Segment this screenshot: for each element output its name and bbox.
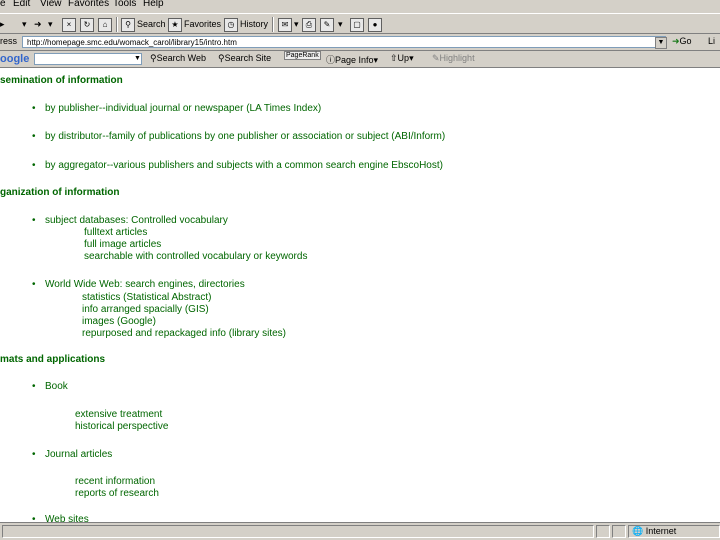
menu-bar: e Edit View Favorites Tools Help (0, 0, 720, 13)
forward-dropdown-icon[interactable]: ▾ (48, 17, 53, 31)
section-heading-dissemination: semination of information (0, 75, 123, 86)
refresh-button[interactable]: ↻ (80, 17, 96, 32)
menu-favorites[interactable]: Favorites (68, 0, 109, 9)
address-dropdown-icon[interactable]: ▼ (655, 37, 667, 49)
sub-item: searchable with controlled vocabulary or… (84, 251, 308, 262)
history-button[interactable]: ◷ History (224, 17, 269, 32)
edit-button[interactable]: ✎ (320, 17, 336, 32)
edit-icon: ✎ (320, 17, 334, 32)
section-heading-organization: ganization of information (0, 187, 120, 198)
status-text-pane (2, 525, 594, 538)
home-icon: ⌂ (98, 17, 112, 32)
search-button[interactable]: ⚲ Search (121, 17, 166, 32)
highlight-button[interactable]: ✎Highlight (432, 53, 475, 64)
address-input[interactable]: http://homepage.smc.edu/womack_carol/lib… (22, 36, 666, 48)
sub-item: statistics (Statistical Abstract) (82, 292, 212, 303)
google-search-dropdown-icon[interactable]: ▼ (134, 54, 142, 64)
sub-item: info arranged spacially (GIS) (82, 304, 209, 315)
list-item: by distributor--family of publications b… (32, 131, 445, 142)
sub-item: fulltext articles (84, 227, 148, 238)
go-label: Go (679, 36, 692, 46)
mail-button[interactable]: ✉ ▾ (278, 17, 299, 32)
globe-icon: 🌐 (632, 526, 644, 536)
search-label: Search (137, 19, 166, 29)
google-toolbar: oogle ▼ ⚲Search Web ⚲Search Site PageRan… (0, 51, 720, 68)
toolbar-separator (116, 17, 118, 32)
search-icon: ⚲ (121, 17, 135, 32)
search-web-button[interactable]: ⚲Search Web (150, 53, 206, 64)
toolbar: ▸ ▾ ➜ ▾ × ↻ ⌂ ⚲ Search ★ Favorites ◷ Histor… (0, 13, 720, 34)
sub-item: repurposed and repackaged info (library … (82, 328, 286, 339)
address-bar: ress http://homepage.smc.edu/womack_caro… (0, 34, 720, 51)
menu-file[interactable]: e (0, 0, 6, 9)
sub-item: recent information (75, 476, 156, 487)
up-icon: ⇧ (390, 53, 398, 63)
list-item: Journal articles (32, 449, 112, 460)
up-button[interactable]: ⇧Up▾ (390, 53, 414, 64)
search-site-button[interactable]: ⚲Search Site (218, 53, 271, 64)
page-info-button[interactable]: ⓘPage Info▾ (326, 53, 378, 66)
sub-item: images (Google) (82, 316, 156, 327)
highlight-icon: ✎ (432, 53, 440, 63)
stop-icon: × (62, 17, 76, 32)
stop-button[interactable]: × (62, 17, 78, 32)
page-info-label: Page Info (335, 55, 374, 65)
sub-item: full image articles (84, 239, 162, 250)
status-pane-lock (612, 525, 626, 538)
mail-icon: ✉ (278, 17, 292, 32)
discuss-icon: ▢ (350, 17, 364, 32)
favorites-icon: ★ (168, 17, 182, 32)
search-site-label: Search Site (224, 53, 272, 63)
menu-help[interactable]: Help (143, 0, 164, 9)
back-dropdown-icon[interactable]: ▾ (22, 17, 27, 31)
google-logo[interactable]: oogle (0, 53, 29, 65)
forward-button[interactable]: ➜ (34, 17, 42, 31)
menu-view[interactable]: View (40, 0, 62, 9)
search-web-label: Search Web (156, 53, 206, 63)
history-icon: ◷ (224, 17, 238, 32)
list-item: by aggregator--various publishers and su… (32, 160, 443, 171)
sub-item: historical perspective (75, 421, 169, 432)
list-item: subject databases: Controlled vocabulary (32, 215, 228, 226)
search-web-icon: ⚲ (150, 53, 157, 63)
favorites-label: Favorites (184, 19, 222, 29)
search-site-icon: ⚲ (218, 53, 225, 63)
pagerank-meter[interactable]: PageRank (284, 51, 321, 60)
edit-dropdown-icon[interactable]: ▾ (338, 17, 343, 31)
section-heading-formats: mats and applications (0, 354, 106, 365)
go-arrow-icon: ➜ (672, 36, 680, 46)
list-item: Book (32, 381, 68, 392)
print-button[interactable]: ⎙ (302, 17, 318, 32)
messenger-icon: ● (368, 17, 382, 32)
highlight-label: Highlight (439, 53, 475, 63)
refresh-icon: ↻ (80, 17, 94, 32)
links-button[interactable]: Li (708, 36, 715, 46)
address-label: ress (0, 36, 18, 46)
print-icon: ⎙ (302, 17, 316, 32)
discuss-button[interactable]: ▢ (350, 17, 366, 32)
go-button[interactable]: ➜Go (672, 36, 692, 47)
list-item: World Wide Web: search engines, director… (32, 279, 245, 290)
sub-item: reports of research (75, 488, 159, 499)
list-item: by publisher--individual journal or news… (32, 103, 321, 114)
page-info-icon: ⓘ (326, 55, 336, 65)
sub-item: extensive treatment (75, 409, 163, 420)
home-button[interactable]: ⌂ (98, 17, 114, 32)
page-content: semination of information by publisher--… (0, 68, 720, 522)
zone-indicator: 🌐 Internet (632, 526, 676, 537)
menu-edit[interactable]: Edit (13, 0, 30, 9)
status-bar: 🌐 Internet (0, 522, 720, 540)
back-button[interactable]: ▸ (0, 17, 5, 31)
favorites-button[interactable]: ★ Favorites (168, 17, 222, 32)
history-label: History (240, 19, 269, 29)
list-item: Web sites (32, 514, 89, 522)
up-label: Up (397, 53, 410, 63)
google-search-input[interactable] (34, 53, 142, 65)
zone-label: Internet (645, 526, 677, 536)
status-pane-progress (596, 525, 610, 538)
messenger-button[interactable]: ● (368, 17, 384, 32)
toolbar-separator (272, 17, 274, 32)
menu-tools[interactable]: Tools (113, 0, 136, 9)
